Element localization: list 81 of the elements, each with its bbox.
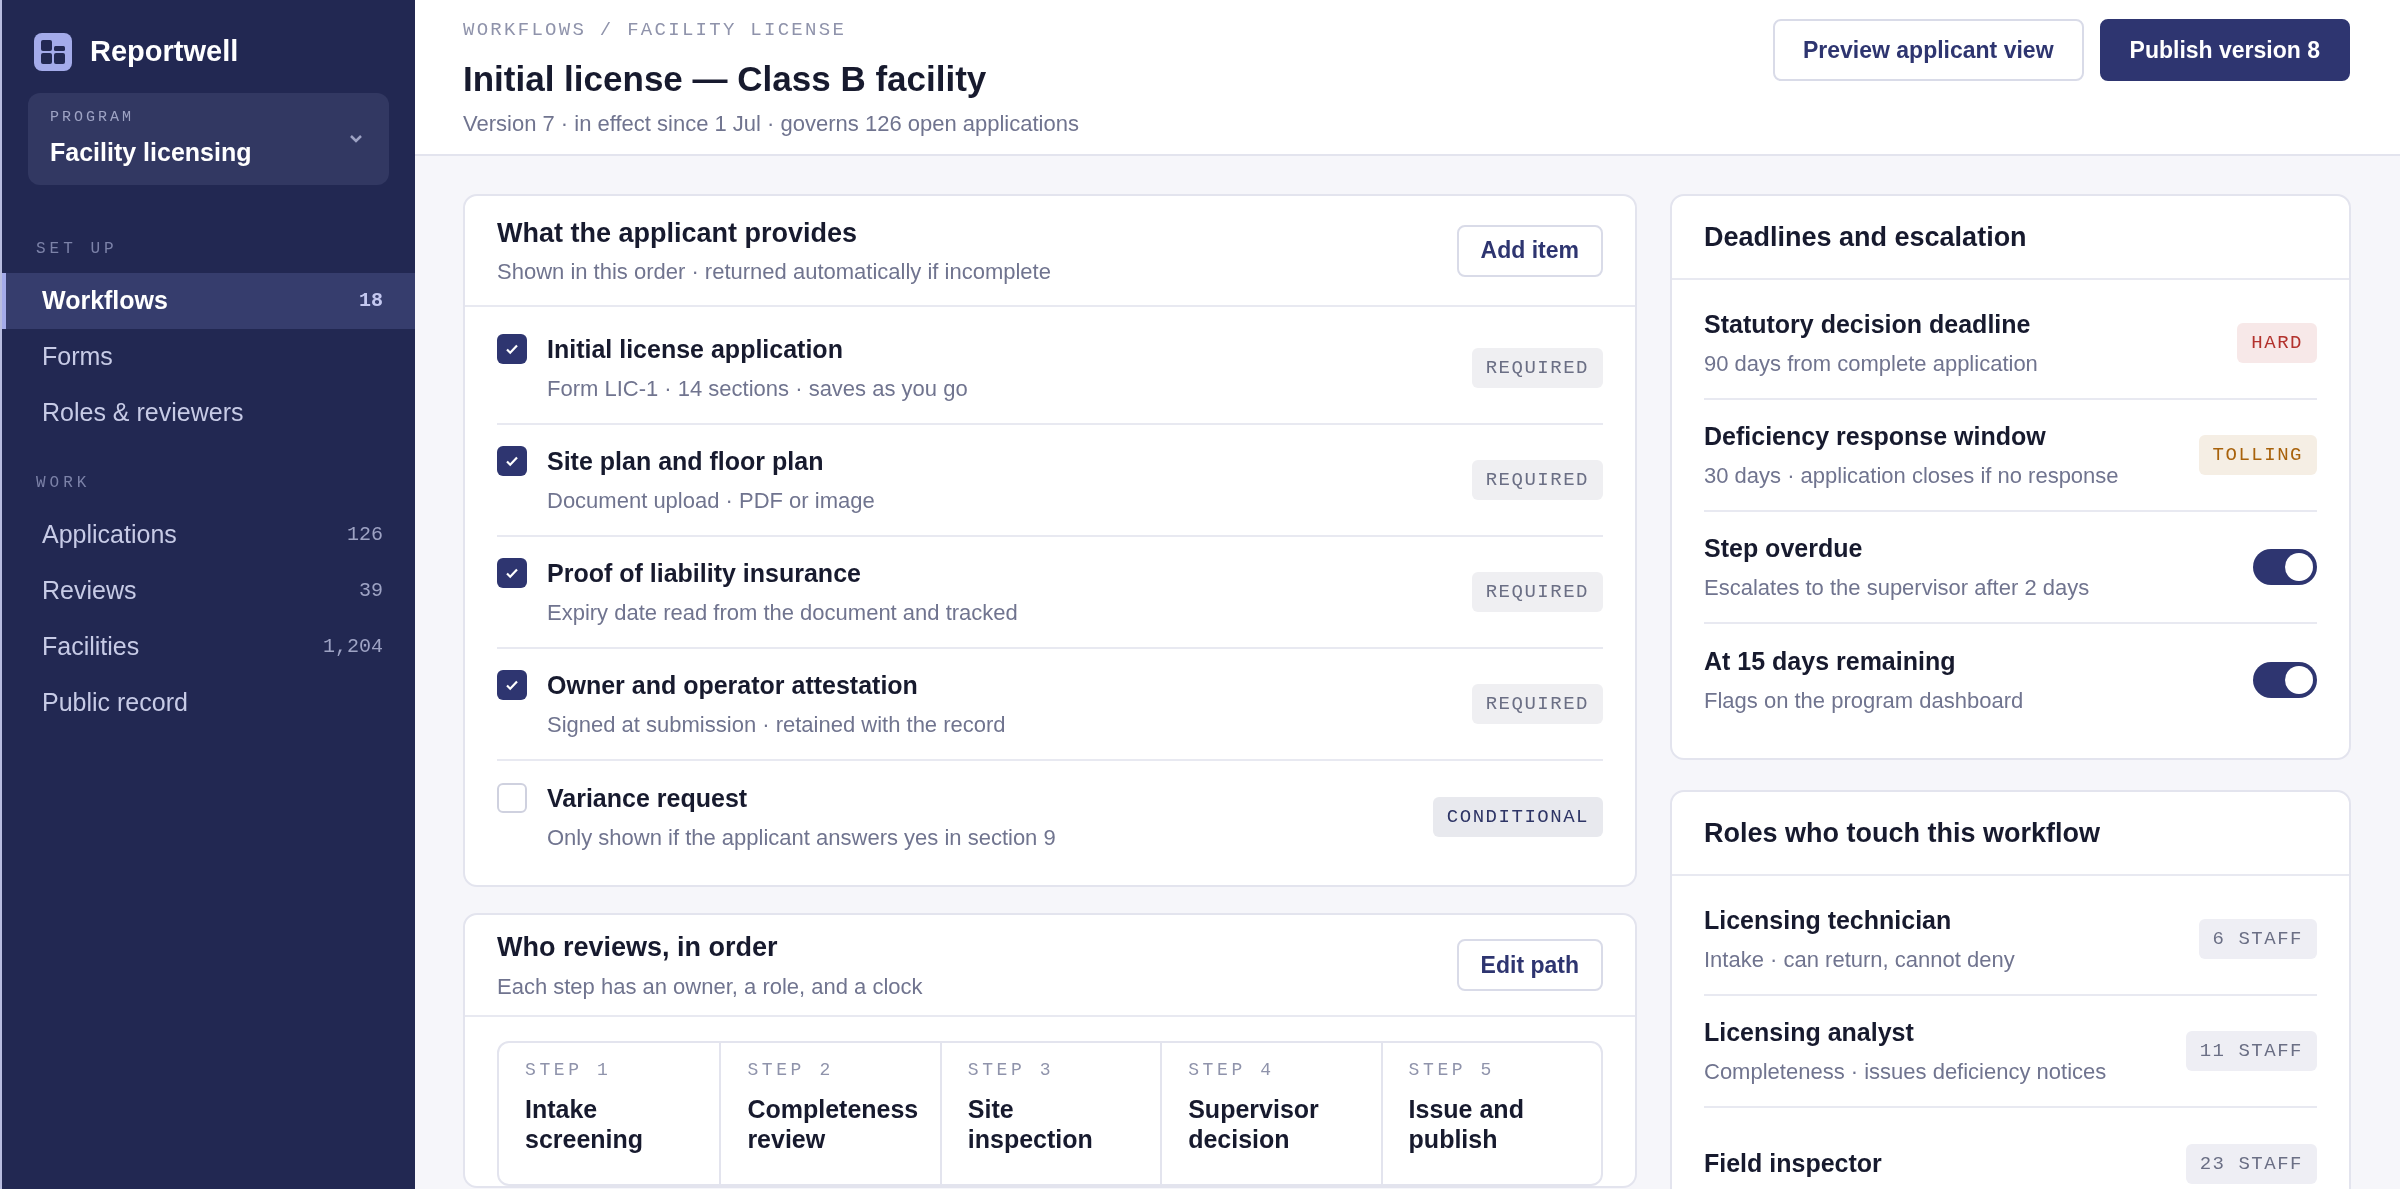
item-title: Owner and operator attestation: [547, 670, 919, 702]
card-title: Who reviews, in order: [497, 931, 779, 965]
step-label: STEP 1: [525, 1059, 613, 1082]
nav-item[interactable]: Roles & reviewers: [2, 385, 415, 441]
item-detail: Document upload · PDF or image: [547, 486, 875, 515]
item-count: 39: [359, 578, 383, 604]
status-tag: REQUIRED: [1471, 571, 1603, 613]
row-detail: 90 days from complete application: [1704, 350, 2038, 379]
selector-label: PROGRAM: [50, 108, 135, 128]
staff-count: 6 STAFF: [2198, 918, 2317, 960]
card-subtitle: Each step has an owner, a role, and a clock: [497, 972, 923, 1001]
section-heading: SET UP: [35, 239, 119, 260]
item-title: Initial license application: [547, 334, 844, 366]
step-name: Site inspection: [967, 1094, 1094, 1154]
action-button[interactable]: Add item: [1456, 224, 1603, 277]
status-tag: CONDITIONAL: [1432, 796, 1603, 838]
role-title: Licensing technician: [1704, 904, 1953, 936]
item-count: 1,204: [323, 634, 383, 660]
step-label: STEP 3: [967, 1059, 1056, 1082]
toggle-switch[interactable]: [2253, 549, 2317, 585]
row-title: Statutory decision deadline: [1704, 308, 2032, 340]
breadcrumb: WORKFLOWS / FACILITY LICENSE: [463, 18, 848, 43]
role-detail: Completeness · issues deficiency notices: [1704, 1058, 2107, 1087]
selector-value: Facility licensing: [50, 136, 252, 168]
chevron-down-icon: [349, 134, 363, 144]
page-subtitle: Version 7 · in effect since 1 Jul · governs 126 open applications: [463, 110, 1079, 138]
checkbox[interactable]: [497, 558, 527, 589]
step-name: Supervisor decision: [1188, 1094, 1320, 1154]
step-name: Issue and publish: [1408, 1094, 1525, 1154]
checkbox[interactable]: [497, 334, 527, 365]
nav-item[interactable]: Facilities 1,204: [2, 619, 415, 675]
role-title: Licensing analyst: [1704, 1016, 1915, 1048]
item-detail: Signed at submission · retained with the record: [547, 710, 1006, 739]
row-title: Step overdue: [1704, 532, 1864, 564]
action-button[interactable]: Edit path: [1456, 939, 1603, 991]
step-label: STEP 4: [1188, 1059, 1276, 1082]
row-detail: Flags on the program dashboard: [1704, 687, 2024, 716]
row-detail: Escalates to the supervisor after 2 days: [1704, 574, 2090, 603]
status-tag: REQUIRED: [1471, 459, 1603, 501]
item-title: Site plan and floor plan: [547, 446, 825, 478]
row-title: Deficiency response window: [1704, 420, 2047, 452]
checkbox[interactable]: [497, 446, 527, 477]
role-detail: Intake · can return, cannot deny: [1704, 946, 2015, 975]
card-title: Roles who touch this workflow: [1704, 816, 2100, 850]
preview-button[interactable]: Preview applicant view: [1773, 19, 2084, 81]
step-label: STEP 2: [747, 1059, 835, 1082]
nav-item[interactable]: Public record: [2, 675, 415, 731]
item-title: Variance request: [547, 783, 749, 815]
nav-item[interactable]: Reviews 39: [2, 563, 415, 619]
logo-icon: [34, 33, 72, 71]
card-title: Deadlines and escalation: [1704, 220, 2027, 254]
staff-count: 11 STAFF: [2185, 1030, 2317, 1072]
step-name: Intake screening: [525, 1094, 645, 1154]
item-detail: Only shown if the applicant answers yes in section 9: [547, 823, 1056, 852]
nav-item[interactable]: Workflows 18: [2, 273, 415, 329]
card-subtitle: Shown in this order · returned automatically if incomplete: [497, 258, 1051, 287]
row-detail: 30 days · application closes if no response: [1704, 462, 2119, 491]
role-title: Field inspector: [1704, 1148, 1882, 1180]
program-selector[interactable]: PROGRAM Facility licensing: [28, 93, 389, 185]
card-title: What the applicant provides: [497, 216, 859, 250]
item-title: Proof of liability insurance: [547, 558, 862, 590]
item-count: 18: [359, 288, 383, 314]
page-title: Initial license — Class B facility: [463, 57, 988, 100]
status-tag: HARD: [2237, 322, 2317, 364]
nav-item[interactable]: Forms: [2, 329, 415, 385]
row-title: At 15 days remaining: [1704, 645, 1957, 677]
item-detail: Form LIC-1 · 14 sections · saves as you go: [547, 374, 968, 403]
staff-count: 23 STAFF: [2185, 1143, 2317, 1185]
section-heading: WORK: [35, 473, 92, 494]
step-label: STEP 5: [1408, 1059, 1496, 1082]
checkbox[interactable]: [497, 670, 527, 701]
checkbox[interactable]: [497, 783, 527, 814]
nav-item[interactable]: Applications 126: [2, 507, 415, 563]
status-tag: REQUIRED: [1471, 683, 1603, 725]
item-count: 126: [347, 522, 383, 548]
toggle-switch[interactable]: [2253, 662, 2317, 698]
status-tag: REQUIRED: [1471, 347, 1603, 389]
publish-button[interactable]: Publish version 8: [2099, 19, 2350, 81]
brand-name: Reportwell: [90, 34, 239, 70]
item-detail: Expiry date read from the document and tracked: [547, 598, 1018, 627]
status-tag: TOLLING: [2198, 434, 2317, 476]
